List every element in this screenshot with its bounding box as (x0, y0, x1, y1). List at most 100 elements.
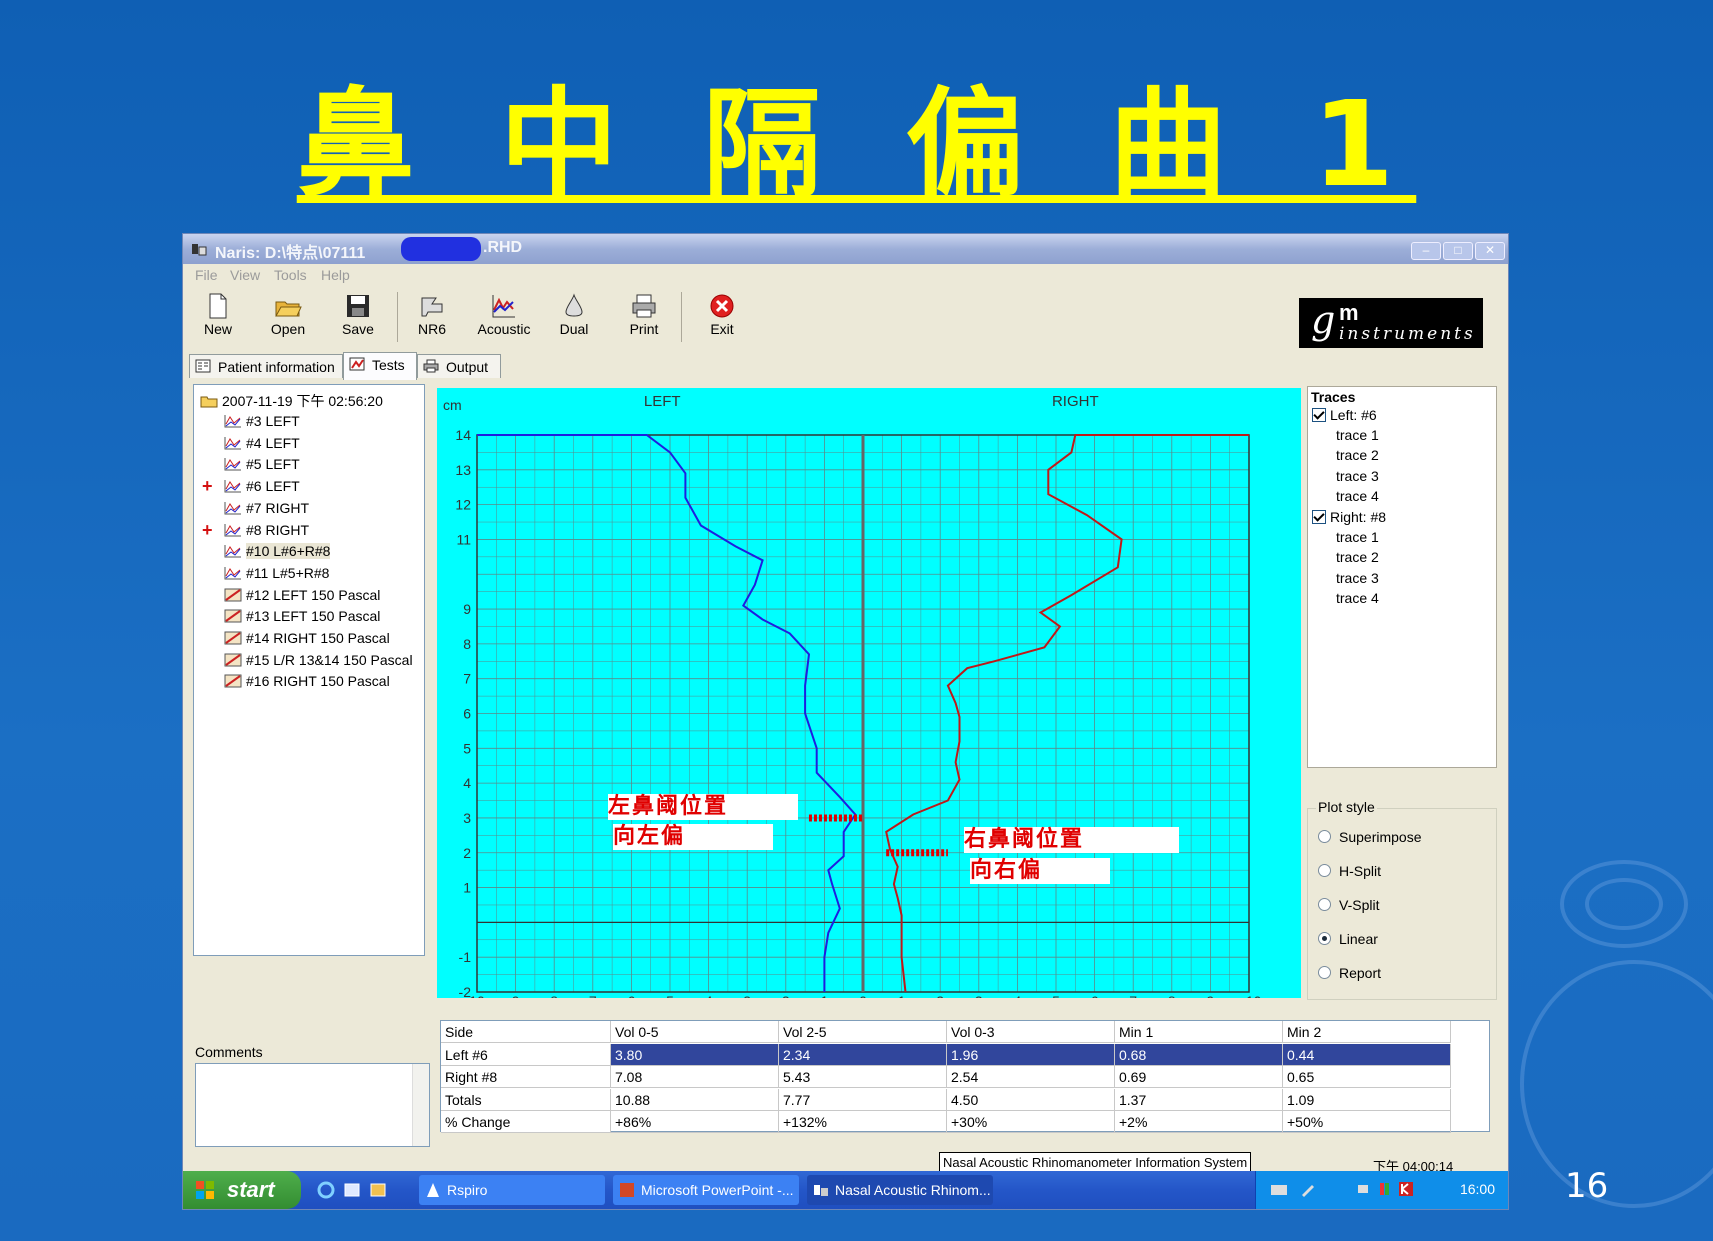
table-cell[interactable]: 0.69 (1115, 1066, 1283, 1088)
save-button[interactable]: Save (327, 288, 389, 346)
trace-item[interactable]: trace 1 (1336, 529, 1379, 545)
tree-item-label: #5 LEFT (246, 456, 300, 473)
table-cell[interactable]: 10.88 (611, 1088, 779, 1111)
table-cell[interactable]: 1.37 (1115, 1088, 1283, 1111)
tab-patient-information[interactable]: Patient information (189, 354, 343, 378)
trace-item[interactable]: trace 3 (1336, 570, 1379, 586)
pressure-test-icon (224, 609, 242, 623)
table-cell[interactable]: 3.80 (611, 1043, 779, 1066)
table-cell[interactable]: +132% (779, 1111, 947, 1133)
tree-item[interactable]: #16 RIGHT 150 Pascal (224, 671, 390, 691)
radio-label: Superimpose (1339, 829, 1422, 845)
table-cell[interactable]: % Change (441, 1111, 611, 1133)
exit-button[interactable]: Exit (691, 288, 753, 346)
tree-item[interactable]: #6 LEFT (224, 476, 300, 496)
tree-item[interactable]: #5 LEFT (224, 454, 300, 474)
results-table[interactable]: Side Vol 0-5 Vol 2-5 Vol 0-3 Min 1 Min 2 Left … (440, 1020, 1490, 1133)
table-cell[interactable]: 0.68 (1115, 1043, 1283, 1066)
trace-item[interactable]: trace 3 (1336, 468, 1379, 484)
comments-textarea[interactable] (195, 1063, 430, 1147)
acoustic-button[interactable]: Acoustic (473, 288, 535, 346)
table-cell[interactable]: 2.34 (779, 1043, 947, 1066)
maximize-button[interactable]: □ (1443, 242, 1473, 260)
table-header-cell[interactable]: Vol 0-5 (611, 1021, 779, 1043)
table-cell[interactable]: 7.08 (611, 1066, 779, 1088)
tree-root[interactable]: 2007-11-19 下午 02:56:20 (200, 391, 383, 411)
trace-left-checkbox[interactable]: Left: #6 (1312, 407, 1377, 423)
trace-item[interactable]: trace 2 (1336, 447, 1379, 463)
menu-help[interactable]: Help (321, 267, 350, 283)
tree-item[interactable]: #3 LEFT (224, 411, 300, 431)
app-shortcut-icon[interactable] (369, 1181, 387, 1199)
tree-item[interactable]: #11 L#5+R#8 (224, 563, 329, 583)
table-header-cell[interactable]: Side (441, 1021, 611, 1043)
table-cell[interactable]: 7.77 (779, 1088, 947, 1111)
table-header-cell[interactable]: Vol 2-5 (779, 1021, 947, 1043)
table-cell[interactable]: 4.50 (947, 1088, 1115, 1111)
start-button[interactable]: start (183, 1171, 301, 1209)
table-cell[interactable]: +30% (947, 1111, 1115, 1133)
task-naris[interactable]: Nasal Acoustic Rhinom... (807, 1175, 993, 1205)
tree-item[interactable]: #4 LEFT (224, 433, 300, 453)
table-cell[interactable]: 0.65 (1283, 1066, 1451, 1088)
status-icon[interactable] (1378, 1181, 1394, 1197)
menu-view[interactable]: View (230, 267, 260, 283)
table-header-cell[interactable]: Min 1 (1115, 1021, 1283, 1043)
tree-item[interactable]: #7 RIGHT (224, 498, 309, 518)
table-cell[interactable]: +86% (611, 1111, 779, 1133)
close-button[interactable]: ✕ (1475, 242, 1505, 260)
patient-card-icon (195, 359, 211, 373)
comments-label: Comments (195, 1044, 263, 1060)
table-cell[interactable]: 2.54 (947, 1066, 1115, 1088)
ie-icon[interactable] (317, 1181, 335, 1199)
network-icon[interactable] (1356, 1181, 1372, 1197)
plot-style-radio[interactable]: H-Split (1318, 863, 1381, 879)
dual-button[interactable]: Dual (543, 288, 605, 346)
table-cell[interactable]: +2% (1115, 1111, 1283, 1133)
table-cell[interactable]: Right #8 (441, 1066, 611, 1088)
trace-item[interactable]: trace 2 (1336, 549, 1379, 565)
table-cell[interactable]: Left #6 (441, 1043, 611, 1066)
pen-icon[interactable] (1300, 1181, 1316, 1197)
plot-style-radio[interactable]: Superimpose (1318, 829, 1422, 845)
task-powerpoint[interactable]: Microsoft PowerPoint -... (613, 1175, 799, 1205)
table-header-cell[interactable]: Min 2 (1283, 1021, 1451, 1043)
table-cell[interactable]: 1.09 (1283, 1088, 1451, 1111)
minimize-button[interactable]: – (1411, 242, 1441, 260)
plot-style-radio[interactable]: V-Split (1318, 897, 1379, 913)
test-tree[interactable]: 2007-11-19 下午 02:56:20 #3 LEFT #4 LEFT #5 … (193, 384, 425, 956)
task-rspiro[interactable]: Rspiro (419, 1175, 605, 1205)
right-deviation-label: 向右偏 (970, 858, 1110, 884)
trace-item[interactable]: trace 1 (1336, 427, 1379, 443)
outlook-icon[interactable] (343, 1181, 361, 1199)
comments-scrollbar[interactable] (412, 1064, 429, 1146)
table-cell[interactable]: 1.96 (947, 1043, 1115, 1066)
tree-item[interactable]: #13 LEFT 150 Pascal (224, 606, 380, 626)
table-cell[interactable]: Totals (441, 1088, 611, 1111)
plot-style-radio[interactable]: Report (1318, 965, 1381, 981)
nr6-button[interactable]: NR6 (401, 288, 463, 346)
plot-style-radio[interactable]: Linear (1318, 931, 1378, 947)
tree-item[interactable]: #12 LEFT 150 Pascal (224, 585, 380, 605)
antivirus-icon[interactable] (1398, 1181, 1414, 1197)
open-button[interactable]: Open (257, 288, 319, 346)
table-header-cell[interactable]: Vol 0-3 (947, 1021, 1115, 1043)
tree-item[interactable]: #14 RIGHT 150 Pascal (224, 628, 390, 648)
tree-item[interactable]: #10 L#6+R#8 (224, 541, 331, 561)
table-cell[interactable]: +50% (1283, 1111, 1451, 1133)
table-cell[interactable]: 0.44 (1283, 1043, 1451, 1066)
tree-item[interactable]: #15 L/R 13&14 150 Pascal (224, 650, 413, 670)
menu-tools[interactable]: Tools (274, 267, 307, 283)
tab-output[interactable]: Output (417, 354, 501, 378)
traces-list[interactable]: Traces Left: #6 trace 1 trace 2 trace 3 tra… (1307, 386, 1497, 768)
tree-item[interactable]: #8 RIGHT (224, 520, 309, 540)
trace-item[interactable]: trace 4 (1336, 590, 1379, 606)
print-button[interactable]: Print (613, 288, 675, 346)
table-cell[interactable]: 5.43 (779, 1066, 947, 1088)
trace-right-checkbox[interactable]: Right: #8 (1312, 509, 1386, 525)
menu-file[interactable]: File (195, 267, 218, 283)
tab-tests[interactable]: Tests (343, 352, 417, 380)
new-button[interactable]: New (187, 288, 249, 346)
keyboard-icon[interactable] (1270, 1183, 1288, 1197)
trace-item[interactable]: trace 4 (1336, 488, 1379, 504)
